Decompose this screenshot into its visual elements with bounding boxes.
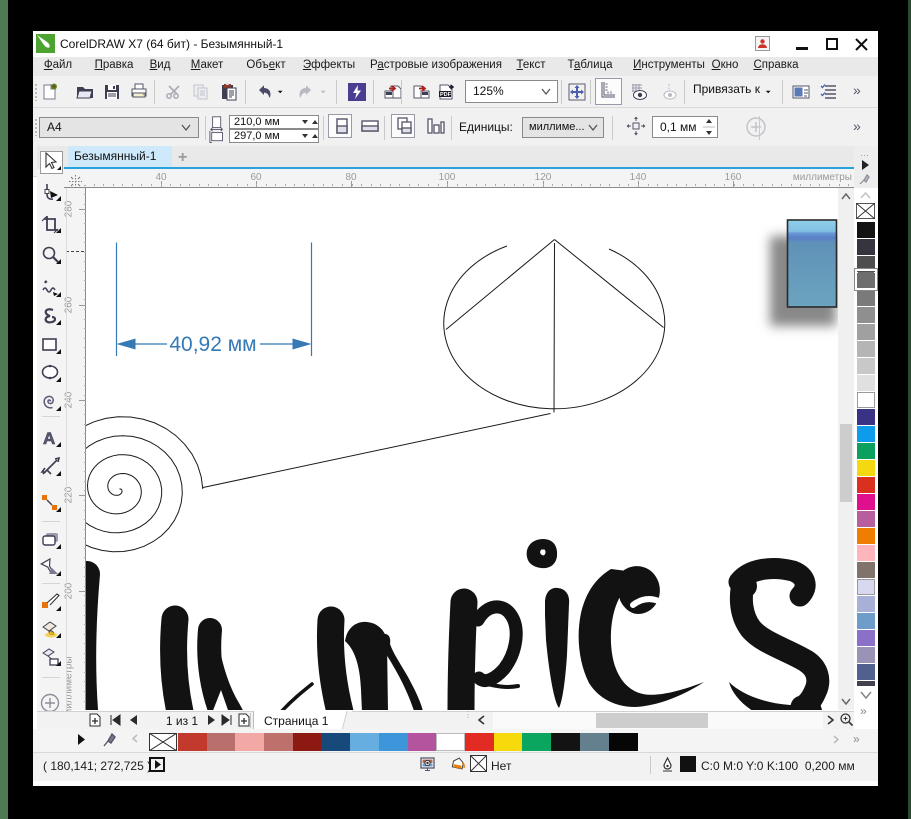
svg-text:A: A (43, 429, 55, 448)
svg-text:PDF: PDF (440, 92, 452, 98)
svg-text:40,92 мм: 40,92 мм (169, 333, 256, 356)
